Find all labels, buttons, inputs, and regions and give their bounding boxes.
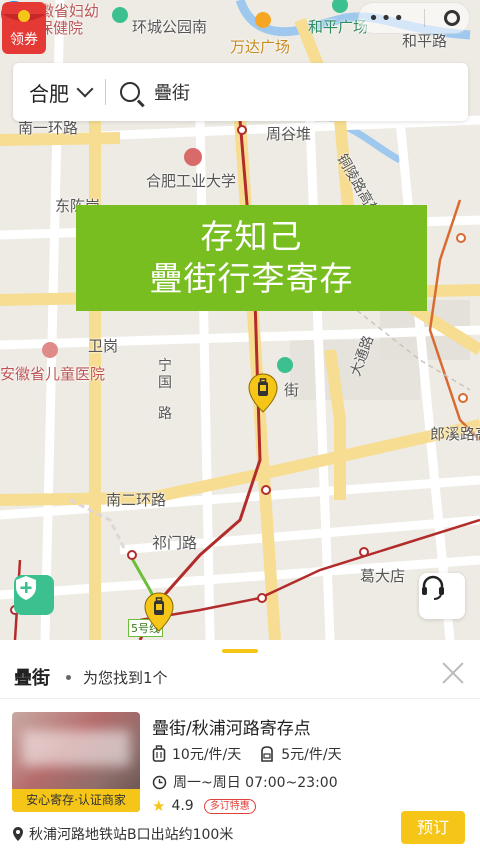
map-label-wanda-plaza: 万达广场: [230, 38, 291, 56]
storage-marker-icon[interactable]: [144, 592, 174, 632]
banner-line2: 疊街行李寄存: [149, 259, 354, 298]
shield-plus-icon: [16, 576, 36, 600]
map-label-hfut: 合肥工业大学: [146, 172, 237, 190]
backpack-icon: [261, 746, 274, 762]
map-view[interactable]: 安徽省妇幼 保健院 环城公园南 万达广场 和平广场 和平路 南一环路 周谷堆 铜…: [0, 0, 480, 640]
thumbnail-blur: [22, 730, 130, 766]
search-divider: [105, 79, 106, 105]
map-label-ring-road-2: 南二环路: [106, 491, 167, 509]
headset-icon: [422, 575, 444, 600]
certified-tag: 安心寄存·认证商家: [12, 789, 140, 812]
close-miniprogram-icon[interactable]: [443, 10, 460, 26]
map-label-huancheng-park: 环城公园南: [132, 18, 208, 36]
clock-icon: [152, 775, 167, 789]
city-label: 合肥: [29, 81, 69, 106]
coupon-redpacket-icon[interactable]: 领券: [0, 0, 48, 56]
capsule-divider: [424, 9, 426, 27]
header-divider: [0, 698, 480, 699]
chevron-down-icon: [76, 80, 94, 98]
city-selector[interactable]: 合肥: [29, 78, 94, 107]
map-label-weigang: 卫岗: [88, 337, 119, 355]
map-label-leijie: 街: [284, 381, 300, 399]
store-thumbnail[interactable]: 安心寄存·认证商家: [12, 712, 140, 812]
address-row: 秋浦河路地铁站B口出站约100米: [12, 824, 233, 844]
map-label-children-hospital: 安徽省儿童医院: [0, 365, 106, 383]
map-label-langxi-road: 郎溪路高: [430, 425, 480, 443]
map-label-zhougudui: 周谷堆: [266, 125, 312, 143]
safety-shield-button[interactable]: [14, 575, 54, 615]
map-label-ningguo-3: 路: [158, 406, 172, 422]
rating-row: ★ 4.9 多订特惠: [152, 797, 256, 815]
search-input[interactable]: 疊街: [154, 79, 190, 105]
coupon-label: 领券: [10, 32, 38, 48]
price-row: 10元/件/天 5元/件/天: [152, 744, 342, 764]
miniprogram-capsule[interactable]: •••: [358, 2, 470, 34]
rating-value: 4.9: [171, 798, 194, 814]
results-title: 疊街: [14, 668, 50, 689]
storage-marker-icon[interactable]: [248, 373, 278, 413]
store-name[interactable]: 疊街/秋浦河路寄存点: [152, 714, 311, 739]
suitcase-icon: [152, 745, 166, 762]
opening-hours: 周一~周日 07:00~23:00: [173, 775, 338, 791]
store-address: 秋浦河路地铁站B口出站约100米: [29, 827, 234, 843]
banner-line1: 存知己: [200, 217, 303, 256]
results-panel: 疊街 为您找到1个 安心寄存·认证商家 疊街/秋浦河路寄存点 10元/件/天 5…: [0, 640, 480, 859]
customer-service-button[interactable]: [419, 573, 465, 619]
star-icon: ★: [152, 797, 166, 815]
search-bar[interactable]: 合肥 疊街: [13, 63, 468, 121]
close-icon[interactable]: [442, 662, 464, 684]
price-small-luggage: 5元/件/天: [281, 747, 342, 763]
location-pin-icon: [13, 827, 23, 841]
discount-badge: 多订特惠: [203, 798, 256, 814]
book-button[interactable]: 预订: [401, 811, 465, 844]
results-header: 疊街 为您找到1个: [14, 664, 168, 690]
header-dot: [66, 674, 71, 680]
hours-row: 周一~周日 07:00~23:00: [152, 772, 338, 792]
results-count: 为您找到1个: [83, 668, 168, 687]
search-icon: [120, 82, 140, 102]
more-icon[interactable]: •••: [368, 8, 406, 29]
price-large-luggage: 10元/件/天: [172, 747, 242, 763]
map-label-gedadian: 葛大店: [360, 567, 406, 585]
map-label-qimen-road: 祁门路: [152, 534, 198, 552]
promo-banner: 存知己 疊街行李寄存: [76, 205, 427, 311]
drag-handle[interactable]: [222, 649, 258, 653]
map-label-ningguo-2: 国: [158, 375, 172, 391]
